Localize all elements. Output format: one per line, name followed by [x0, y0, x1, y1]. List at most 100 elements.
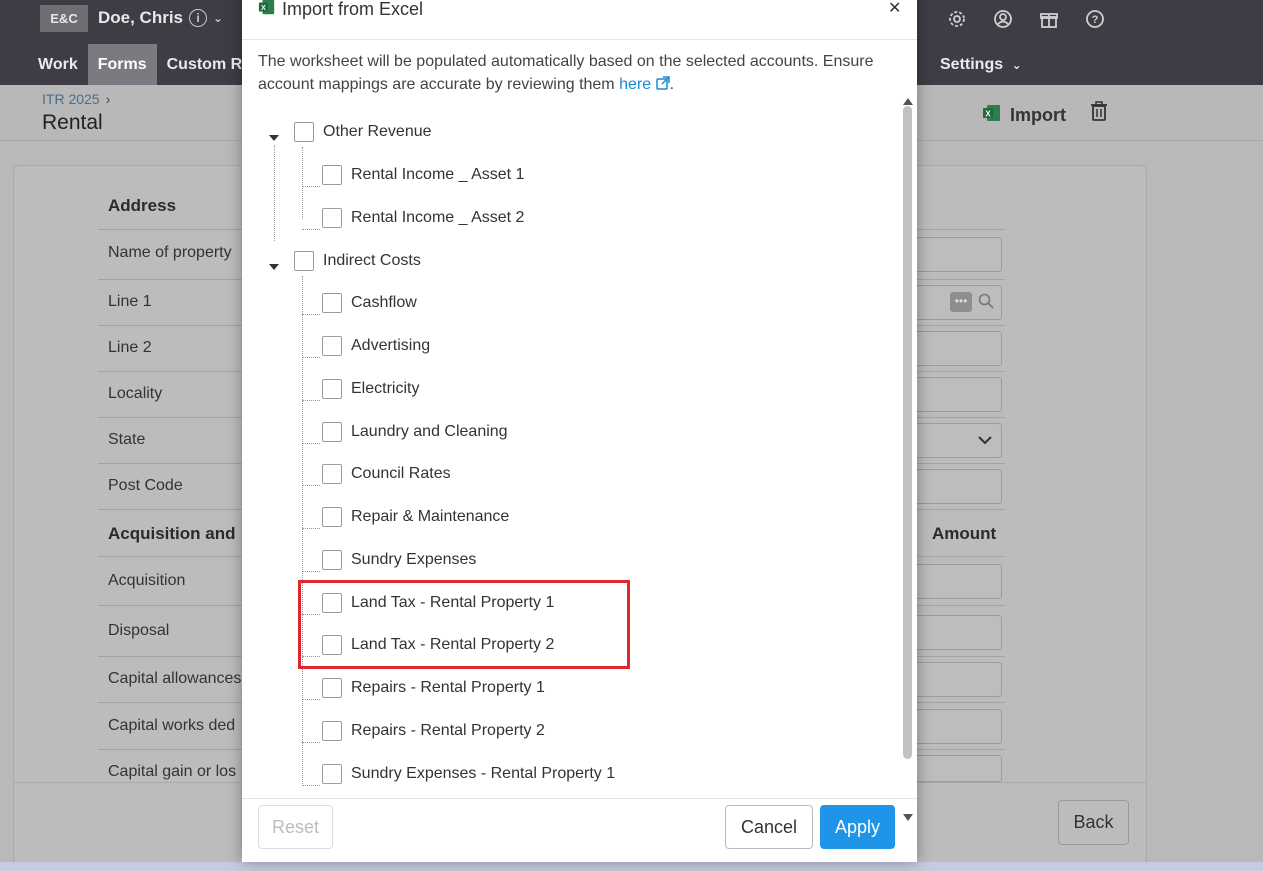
modal-footer: Reset Cancel Apply — [242, 798, 917, 862]
tree-connector — [302, 785, 320, 786]
tree-node-label: Sundry Expenses — [351, 551, 477, 568]
tree-node-label: Rental Income _ Asset 1 — [351, 166, 525, 183]
svg-text:X: X — [985, 110, 991, 119]
tree-connector — [302, 571, 320, 572]
apply-button[interactable]: Apply — [820, 805, 895, 849]
checkbox[interactable] — [294, 122, 314, 142]
tree-connector — [302, 742, 320, 743]
tree-node-label: Other Revenue — [323, 123, 432, 140]
modal-title: X Import from Excel — [258, 0, 423, 21]
external-link-icon — [655, 76, 670, 93]
field-label: Post Code — [108, 477, 183, 494]
tree-node-item[interactable]: Repairs - Rental Property 1 — [322, 677, 545, 699]
tab-forms[interactable]: Forms — [87, 44, 157, 85]
tree-node-item[interactable]: Cashflow — [322, 292, 417, 314]
tree-node-label: Repairs - Rental Property 1 — [351, 679, 545, 696]
back-button[interactable]: Back — [1058, 800, 1129, 845]
svg-text:?: ? — [1092, 14, 1099, 26]
checkbox[interactable] — [322, 293, 342, 313]
tab-settings-label: Settings — [940, 56, 1004, 73]
field-label: Name of property — [108, 244, 232, 261]
field-label: Line 1 — [108, 293, 152, 310]
tree-node-item[interactable]: Rental Income _ Asset 2 — [322, 207, 524, 229]
checkbox[interactable] — [322, 208, 342, 228]
reset-button[interactable]: Reset — [258, 805, 333, 849]
checkbox[interactable] — [322, 764, 342, 784]
tree-node-item[interactable]: Sundry Expenses - Rental Property 1 — [322, 763, 615, 785]
tree-node-item[interactable]: Council Rates — [322, 463, 451, 485]
tree-connector — [302, 314, 320, 315]
tree-node-label: Indirect Costs — [323, 252, 421, 269]
acquisition-heading: Acquisition and — [108, 524, 236, 543]
tree-node-indirect-costs[interactable]: Indirect Costs — [294, 250, 421, 272]
breadcrumb[interactable]: ITR 2025 › — [42, 91, 110, 107]
page-title: Rental — [42, 111, 103, 134]
checkbox[interactable] — [322, 165, 342, 185]
intro-text-end: . — [669, 76, 675, 93]
checkbox[interactable] — [322, 678, 342, 698]
tree-node-item[interactable]: Repair & Maintenance — [322, 506, 509, 528]
tree-node-other-revenue[interactable]: Other Revenue — [294, 121, 432, 143]
mappings-link-label: here — [619, 76, 652, 93]
tree-connector — [302, 485, 320, 486]
field-label: Disposal — [108, 622, 170, 639]
app-logo: E&C — [40, 5, 88, 32]
user-circle-icon[interactable] — [992, 8, 1014, 30]
field-label: State — [108, 431, 146, 448]
tree-node-label: Laundry and Cleaning — [351, 423, 508, 440]
highlight-box — [298, 580, 630, 669]
tab-work[interactable]: Work — [28, 44, 88, 85]
search-icon[interactable] — [978, 293, 994, 314]
bottom-strip — [0, 862, 1263, 871]
help-icon[interactable]: ? — [1084, 8, 1106, 30]
info-icon[interactable]: i — [189, 9, 208, 27]
tree-node-item[interactable]: Rental Income _ Asset 1 — [322, 164, 524, 186]
client-name: Doe, Chris — [98, 8, 184, 27]
modal-title-text: Import from Excel — [282, 0, 424, 19]
tree-connector — [302, 229, 320, 230]
collapse-toggle-icon[interactable] — [269, 264, 279, 270]
checkbox[interactable] — [294, 251, 314, 271]
excel-icon: X — [982, 103, 1002, 128]
checkbox[interactable] — [322, 464, 342, 484]
checkbox[interactable] — [322, 379, 342, 399]
tree-node-item[interactable]: Sundry Expenses — [322, 549, 476, 571]
breadcrumb-separator: › — [105, 91, 111, 107]
collapse-toggle-icon[interactable] — [269, 135, 279, 141]
tree-node-label: Rental Income _ Asset 2 — [351, 209, 525, 226]
tree-node-item[interactable]: Electricity — [322, 378, 419, 400]
tree-node-item[interactable]: Repairs - Rental Property 2 — [322, 720, 545, 742]
tree-node-item[interactable]: Laundry and Cleaning — [322, 421, 508, 443]
mappings-link[interactable]: here — [619, 76, 670, 93]
top-icons: ? — [946, 8, 1106, 30]
field-label: Line 2 — [108, 339, 152, 356]
trash-icon[interactable] — [1089, 100, 1109, 127]
checkbox[interactable] — [322, 422, 342, 442]
more-options-button[interactable]: ••• — [950, 292, 972, 312]
excel-icon: X — [258, 0, 276, 21]
scrollbar-thumb[interactable] — [903, 106, 912, 759]
tab-settings[interactable]: Settings ⌄ — [930, 44, 1032, 86]
cancel-button[interactable]: Cancel — [725, 805, 813, 849]
tree-connector — [274, 145, 275, 241]
field-label: Capital allowances — [108, 670, 242, 687]
tree-node-label: Electricity — [351, 380, 420, 397]
import-button[interactable]: X Import — [982, 103, 1066, 128]
gift-icon[interactable] — [1038, 8, 1060, 30]
breadcrumb-item[interactable]: ITR 2025 — [42, 91, 100, 107]
client-selector[interactable]: Doe, Chris i ⌄ — [98, 8, 223, 28]
field-label: Capital works ded — [108, 717, 236, 734]
tree-connector — [302, 147, 303, 219]
chevron-down-icon: ⌄ — [1011, 58, 1022, 72]
svg-text:X: X — [261, 3, 266, 12]
checkbox[interactable] — [322, 507, 342, 527]
gear-icon[interactable] — [946, 8, 968, 30]
address-heading: Address — [108, 196, 177, 215]
tree-node-item[interactable]: Advertising — [322, 335, 430, 357]
field-label: Capital gain or los — [108, 763, 237, 780]
checkbox[interactable] — [322, 721, 342, 741]
checkbox[interactable] — [322, 550, 342, 570]
tree-connector — [302, 443, 320, 444]
checkbox[interactable] — [322, 336, 342, 356]
close-icon[interactable]: ✕ — [888, 0, 901, 18]
